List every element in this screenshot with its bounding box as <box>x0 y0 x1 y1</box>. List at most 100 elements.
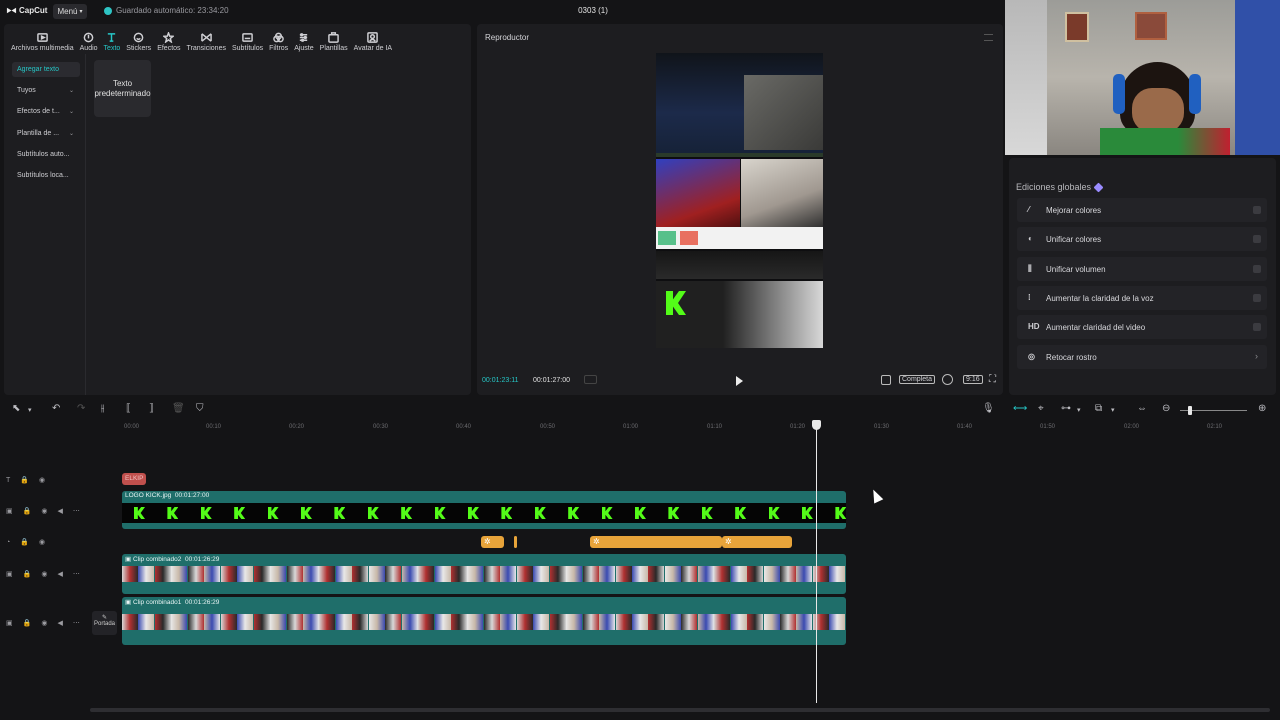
video-frame-thumb <box>714 566 731 582</box>
play-icon[interactable] <box>736 376 743 386</box>
eye-icon[interactable]: ◉ <box>39 538 45 546</box>
tool-transitions[interactable]: Transiciones <box>184 24 229 52</box>
snap-icon[interactable]: ⌖ <box>1038 404 1044 414</box>
lock-icon[interactable]: 🔒 <box>20 538 29 546</box>
improve-colors-item[interactable]: ⁄ Mejorar colores <box>1017 198 1267 222</box>
tool-media[interactable]: Archivos multimedia <box>8 24 77 52</box>
subnav-text-templates[interactable]: Plantilla de ... ⌄ <box>12 126 80 141</box>
track-header-text: T 🔒 ◉ <box>6 473 45 487</box>
default-text-card[interactable]: Texto predeterminado <box>94 60 151 117</box>
global-edits-title-text: Ediciones globales <box>1016 182 1092 192</box>
voice-clarity-item[interactable]: ⁞ Aumentar la claridad de la voz <box>1017 286 1267 310</box>
effect-clip[interactable]: ✲ <box>590 536 722 548</box>
timeline-scrollbar[interactable] <box>90 708 1270 712</box>
toggle[interactable] <box>1253 323 1261 331</box>
zoom-slider-handle[interactable] <box>1188 406 1192 415</box>
more-icon[interactable]: ⋯ <box>73 619 80 627</box>
link-icon[interactable]: ⊶ <box>1061 404 1071 414</box>
chevron-down-icon[interactable]: ▾ <box>1111 406 1115 416</box>
video-frame-thumb <box>796 566 813 582</box>
more-icon[interactable]: ⋯ <box>73 570 80 578</box>
speaker-icon[interactable]: ◀ <box>57 507 62 515</box>
undo-icon[interactable]: ↶ <box>52 404 60 414</box>
fit-timeline-icon[interactable]: ⇔ <box>1137 404 1147 414</box>
timecode-toggle-icon[interactable] <box>584 375 597 384</box>
subnav-text-effects[interactable]: Efectos de t... ⌄ <box>12 104 80 119</box>
speaker-icon[interactable]: ◀ <box>57 570 62 578</box>
lock-icon[interactable]: 🔒 <box>20 476 29 484</box>
snapshot-icon[interactable] <box>942 374 953 385</box>
toggle[interactable] <box>1253 265 1261 273</box>
toggle[interactable] <box>1253 294 1261 302</box>
text-card-label: Texto predeterminado <box>94 79 151 98</box>
tool-effects[interactable]: Efectos <box>154 24 183 52</box>
voice-sparkle-icon: ⁞ <box>1028 293 1031 302</box>
lock-icon[interactable]: 🔒 <box>23 570 32 578</box>
eye-icon[interactable]: ◉ <box>41 570 47 578</box>
select-tool-icon[interactable]: ⬉ <box>12 404 20 414</box>
combined-clip-2[interactable]: ▣ Clip combinado2 00:01:26:29 <box>122 554 846 594</box>
video-frame-thumb <box>237 614 254 630</box>
timeline-ruler[interactable]: 00:00 00:10 00:20 00:30 00:40 00:50 01:0… <box>88 420 1280 434</box>
tool-audio[interactable]: Audio <box>77 24 101 52</box>
effect-clip[interactable]: ✲ <box>481 536 504 548</box>
logo-clip[interactable]: LOGO KICK.jpg 00:01:27:00 <box>122 491 846 529</box>
toggle[interactable] <box>1253 235 1261 243</box>
effect-clip[interactable]: ✲ <box>722 536 792 548</box>
effect-clip[interactable] <box>514 536 517 548</box>
video-clarity-item[interactable]: HD Aumentar claridad del video <box>1017 315 1267 339</box>
menu-button[interactable]: Menú ▾ <box>53 4 87 19</box>
unify-colors-item[interactable]: ◐ Unificar colores <box>1017 227 1267 251</box>
chevron-down-icon[interactable]: ▾ <box>1077 406 1081 416</box>
kick-logo-thumb <box>735 507 747 519</box>
tool-text[interactable]: Texto <box>101 24 124 52</box>
video-frame-thumb <box>681 566 698 582</box>
face-retouch-item[interactable]: ◎ Retocar rostro › <box>1017 345 1267 369</box>
tool-adjust[interactable]: Ajuste <box>291 24 316 52</box>
text-clip[interactable]: ELKIP <box>122 473 146 485</box>
tool-ai-avatar[interactable]: Avatar de IA <box>351 24 395 52</box>
tool-templates[interactable]: Plantillas <box>317 24 351 52</box>
combined-clip-1[interactable]: ▣ Clip combinado1 00:01:26:29 <box>122 597 846 645</box>
fullscreen-icon[interactable]: ⛶ <box>989 374 996 385</box>
tool-filters[interactable]: Filtros <box>266 24 291 52</box>
magnet-link-icon[interactable]: ⟷ <box>1013 404 1027 414</box>
hamburger-icon[interactable] <box>984 34 993 41</box>
camera-track-icon[interactable] <box>881 375 891 385</box>
toggle[interactable] <box>1253 206 1261 214</box>
shield-icon[interactable]: ⛉ <box>196 404 204 414</box>
project-title[interactable]: 0303 (1) <box>560 6 626 15</box>
subnav-label: Efectos de t... <box>17 108 60 115</box>
eye-icon[interactable]: ◉ <box>39 476 45 484</box>
unify-volume-item[interactable]: ⫼ Unificar volumen <box>1017 257 1267 281</box>
subnav-local-subtitles[interactable]: Subtítulos loca... <box>12 168 80 183</box>
more-icon[interactable]: ⋯ <box>73 507 80 515</box>
tool-stickers[interactable]: Stickers <box>123 24 154 52</box>
playhead-handle[interactable] <box>812 420 821 430</box>
redo-icon[interactable]: ↷ <box>77 404 85 414</box>
chevron-down-icon[interactable]: ▾ <box>28 406 32 416</box>
aspect-ratio-selector[interactable]: 9:16 <box>963 375 983 384</box>
speaker-icon[interactable]: ◀ <box>57 619 62 627</box>
subnav-yours[interactable]: Tuyos ⌄ <box>12 83 80 98</box>
lock-icon[interactable]: 🔒 <box>23 619 32 627</box>
delete-icon[interactable]: 🗑 <box>172 404 185 414</box>
subnav-auto-subtitles[interactable]: Subtítulos auto... <box>12 147 80 162</box>
zoom-in-icon[interactable]: ⊕ <box>1258 404 1266 414</box>
cover-button[interactable]: ✎ Portada <box>92 611 117 635</box>
tool-subtitles[interactable]: Subtítulos <box>229 24 266 52</box>
subnav-add-text[interactable]: Agregar texto <box>12 62 80 77</box>
zoom-out-icon[interactable]: ⊖ <box>1162 404 1170 414</box>
split-left-icon[interactable]: ⟦ <box>126 404 131 414</box>
preview-axis-icon[interactable]: ⧉ <box>1095 404 1102 414</box>
quality-selector[interactable]: Completa <box>899 375 935 384</box>
eye-icon[interactable]: ◉ <box>41 619 47 627</box>
microphone-icon[interactable]: 🎙 <box>982 404 995 414</box>
playhead-line[interactable] <box>816 423 817 703</box>
lock-icon[interactable]: 🔒 <box>23 507 32 515</box>
split-right-icon[interactable]: ⟧ <box>149 404 154 414</box>
split-icon[interactable]: ⫲ <box>101 404 104 414</box>
subnav-label: Subtítulos auto... <box>17 151 70 158</box>
video-preview[interactable] <box>656 53 823 348</box>
eye-icon[interactable]: ◉ <box>41 507 47 515</box>
